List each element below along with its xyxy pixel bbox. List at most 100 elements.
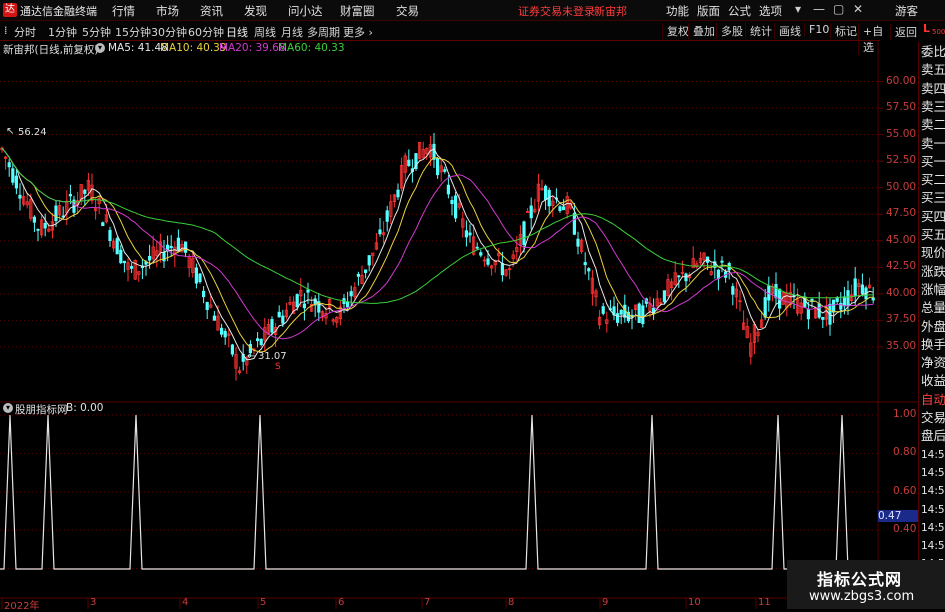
chart-grid: [0, 40, 918, 609]
period-5min[interactable]: 5分钟: [82, 24, 111, 40]
candle-body: [842, 296, 847, 307]
period-30min[interactable]: 30分钟: [151, 24, 187, 40]
quote-panel-item: 卖四: [921, 80, 945, 96]
candle-body: [716, 269, 721, 280]
period-weekly[interactable]: 周线: [254, 24, 276, 40]
candle-body: [641, 305, 645, 325]
candle-body: [277, 311, 281, 318]
period-multi[interactable]: 多周期: [307, 24, 340, 40]
close-icon[interactable]: ✕: [853, 2, 863, 16]
minimize-icon[interactable]: —: [813, 2, 825, 16]
candle-body: [270, 319, 274, 333]
quote-panel-item: 14:56: [921, 540, 945, 553]
draw-line-button[interactable]: 画线: [774, 23, 801, 39]
f10-button[interactable]: F10: [804, 23, 829, 36]
menu-bar: 达 通达信金融终端 行情 市场 资讯 发现 问小达 财富圈 交易 证券交易未登录…: [0, 0, 945, 21]
back-button[interactable]: 返回: [890, 24, 917, 40]
candle-body: [396, 189, 400, 198]
login-notice[interactable]: 证券交易未登录: [518, 3, 595, 19]
function-button[interactable]: 功能: [666, 3, 689, 19]
quote-panel-item: 买三: [921, 190, 945, 206]
candle-body: [806, 308, 811, 320]
multi-stock-button[interactable]: 多股: [716, 23, 743, 39]
candle-body: [587, 268, 591, 272]
toolbar-grip-icon: ⁞: [4, 24, 8, 37]
quote-panel-item: 盘后: [921, 428, 945, 444]
menu-quotes[interactable]: 行情: [112, 3, 135, 19]
maximize-icon[interactable]: ▢: [833, 2, 844, 16]
menu-discover[interactable]: 发现: [244, 3, 267, 19]
candle-body: [544, 185, 548, 200]
quote-panel-item: 买二: [921, 172, 945, 188]
candle-body: [14, 175, 18, 189]
quote-panel-item: 14:56: [921, 466, 945, 479]
period-60min[interactable]: 60分钟: [188, 24, 224, 40]
candle-body: [54, 205, 58, 222]
dropdown-icon[interactable]: ▾: [795, 2, 801, 16]
indicator-line: [0, 414, 878, 570]
candle-body: [345, 301, 350, 308]
candle-body: [616, 313, 620, 323]
candle-body: [450, 199, 454, 205]
signal-marker: S: [275, 362, 281, 372]
quote-panel-item: 换手: [921, 336, 945, 352]
candle-body: [522, 221, 526, 245]
menu-news[interactable]: 资讯: [200, 3, 223, 19]
stats-button[interactable]: 统计: [745, 23, 772, 39]
layout-button[interactable]: 版面: [697, 3, 720, 19]
guest-login[interactable]: 游客: [895, 3, 918, 19]
menu-wealth[interactable]: 财富圈: [340, 3, 375, 19]
period-monthly[interactable]: 月线: [281, 24, 303, 40]
indicator-tick-label: 0.40: [893, 523, 917, 536]
candle-body: [576, 238, 580, 247]
formula-button[interactable]: 公式: [728, 3, 751, 19]
candle-body: [356, 273, 361, 277]
period-daily[interactable]: 日线: [226, 24, 248, 40]
date-tick-label: 9: [602, 597, 609, 608]
candle-body: [295, 294, 299, 308]
candle-body: [860, 284, 865, 294]
price-tick-label: 50.00: [886, 180, 917, 193]
candle-body: [443, 169, 447, 172]
mark-button[interactable]: 标记: [830, 23, 857, 39]
indicator-peaks: [0, 414, 878, 570]
price-tick-label: 37.50: [886, 313, 917, 326]
indicator-tick-label: 1.00: [893, 408, 917, 420]
date-tick-label: 4: [182, 597, 189, 608]
candle-body: [219, 327, 224, 335]
candle-body: [363, 269, 368, 273]
candle-body: [7, 162, 11, 168]
options-button[interactable]: 选项: [759, 3, 782, 19]
candle-body: [407, 159, 411, 167]
quote-panel-item: 买五: [921, 227, 945, 242]
quote-panel-item[interactable]: 自动: [921, 390, 945, 410]
period-tick[interactable]: 分时: [14, 24, 36, 40]
date-tick-label: 7: [424, 597, 431, 608]
quote-panel-item: 14:56: [921, 448, 945, 461]
candle-body: [763, 297, 767, 318]
date-tick-label: 10: [688, 597, 701, 608]
quote-panel-item: 外盘: [921, 318, 945, 334]
quote-panel-item: 14:56: [921, 485, 945, 498]
menu-trade[interactable]: 交易: [396, 3, 419, 19]
kline-chart[interactable]: [0, 40, 918, 609]
candle-body: [194, 267, 198, 284]
adjust-button[interactable]: 复权: [662, 23, 689, 39]
overlay-button[interactable]: 叠加: [688, 23, 715, 39]
level-badge[interactable]: L 500: [918, 21, 945, 41]
period-15min[interactable]: 15分钟: [115, 24, 151, 40]
candlestick-series: [0, 133, 875, 381]
candle-body: [122, 260, 126, 264]
stock-name-title: 新宙邦: [594, 5, 627, 18]
period-1min[interactable]: 1分钟: [48, 24, 77, 40]
candle-body: [619, 309, 623, 315]
candle-body: [558, 206, 562, 212]
menu-ask[interactable]: 问小达: [288, 3, 323, 19]
price-tick-label: 55.00: [886, 127, 917, 140]
candle-body: [349, 291, 353, 297]
period-more[interactable]: 更多 ›: [343, 24, 373, 40]
candle-body: [119, 249, 123, 264]
menu-market[interactable]: 市场: [156, 3, 179, 19]
site-watermark: 指标公式网 www.zbgs3.com: [787, 560, 945, 609]
candle-body: [255, 338, 260, 342]
